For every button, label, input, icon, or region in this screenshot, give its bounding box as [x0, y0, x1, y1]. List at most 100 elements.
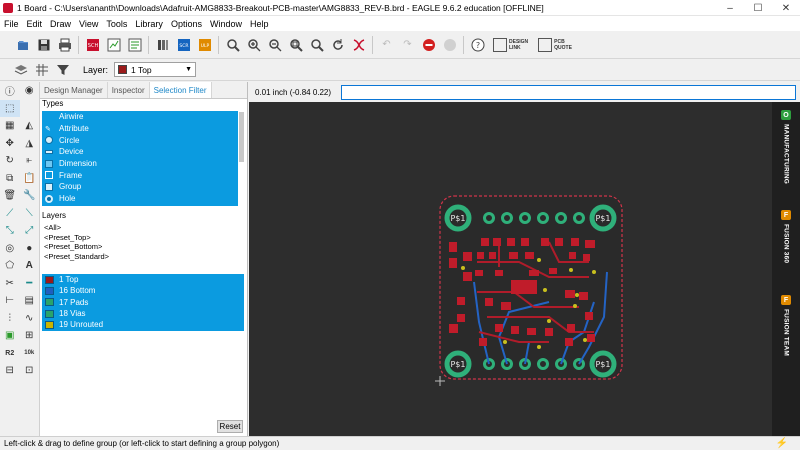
layer-select[interactable]: 1 Top ▼ — [114, 62, 197, 77]
smash-icon[interactable]: ⊢ — [0, 292, 20, 309]
menu-help[interactable]: Help — [246, 19, 273, 29]
list-item[interactable]: Device — [42, 146, 238, 158]
list-item[interactable]: Frame — [42, 169, 238, 181]
list-item[interactable]: Dimension — [42, 158, 238, 170]
board-icon[interactable] — [106, 37, 122, 53]
lightning-icon[interactable]: ⚡ — [776, 438, 788, 449]
list-item[interactable]: <All> — [42, 223, 242, 233]
list-item[interactable]: ✎ Attribute — [42, 123, 238, 135]
pcb-quote-button[interactable]: PCB QUOTE — [538, 37, 572, 52]
maximize-button[interactable]: ☐ — [744, 0, 772, 16]
command-input[interactable] — [341, 84, 796, 100]
list-item[interactable]: <Preset_Standard> — [42, 252, 242, 262]
help-icon[interactable]: ? — [470, 37, 486, 53]
via-icon[interactable]: ◎ — [0, 240, 20, 257]
undo-icon[interactable]: ↶ — [379, 37, 395, 53]
fanout-icon[interactable]: ⤢ — [20, 222, 40, 239]
list-item[interactable]: Group — [42, 181, 238, 193]
manufacturing-tab[interactable]: O MANUFACTURING — [776, 110, 796, 184]
wire-icon[interactable]: ━ — [20, 275, 40, 292]
paste-icon[interactable]: 📋 — [20, 170, 40, 187]
hole-icon[interactable]: ● — [20, 240, 40, 257]
mirror-icon[interactable]: ◮ — [20, 135, 40, 152]
design-link-button[interactable]: DESIGN LINK — [493, 37, 528, 52]
menu-draw[interactable]: Draw — [46, 19, 75, 29]
list-item[interactable]: 17 Pads — [42, 297, 244, 308]
tab-selection-filter[interactable]: Selection Filter — [149, 82, 212, 98]
align-icon[interactable]: ⫦ — [20, 152, 40, 169]
zoom-select-icon[interactable] — [288, 37, 304, 53]
list-item[interactable]: Hole — [42, 193, 238, 205]
layer-settings-icon[interactable] — [13, 62, 29, 78]
zoom-out-icon[interactable] — [267, 37, 283, 53]
split-icon[interactable]: ⤡ — [0, 222, 20, 239]
script-icon[interactable]: SCR — [176, 37, 192, 53]
fusion-360-tab[interactable]: F FUSION 360 — [776, 210, 796, 263]
types-list[interactable]: Airwire ✎ Attribute Circle Device Dimensi… — [42, 111, 238, 206]
cam-processor-icon[interactable] — [127, 37, 143, 53]
rotate-icon[interactable]: ↻ — [0, 152, 20, 169]
tab-design-manager[interactable]: Design Manager — [40, 82, 108, 98]
print-icon[interactable] — [57, 37, 73, 53]
ripup-icon[interactable]: ⟍ — [20, 205, 40, 222]
list-item[interactable]: <Preset_Bottom> — [42, 242, 242, 252]
lock-icon[interactable]: ⊟ — [0, 362, 20, 379]
group-icon[interactable]: ⊡ — [20, 362, 40, 379]
value-icon[interactable]: R2 — [0, 345, 20, 362]
ratsnest-icon[interactable] — [351, 37, 367, 53]
select-icon[interactable]: ⬚ — [0, 99, 20, 117]
info-icon[interactable]: ⓘ — [0, 82, 20, 99]
redo-icon[interactable]: ↷ — [400, 37, 416, 53]
errors-icon[interactable]: ⊞ — [20, 327, 40, 344]
menu-tools[interactable]: Tools — [102, 19, 131, 29]
mark-icon[interactable]: ◭ — [20, 117, 40, 134]
schematic-icon[interactable]: SCH — [85, 37, 101, 53]
polygon-icon[interactable]: ⬠ — [0, 257, 20, 274]
zoom-fit-icon[interactable] — [225, 37, 241, 53]
board-canvas[interactable]: P$1 P$1 P$1 P$1 — [249, 102, 772, 436]
list-item[interactable]: Airwire — [42, 111, 238, 123]
fusion-team-tab[interactable]: F FUSION TEAM — [776, 295, 796, 356]
list-item[interactable]: Circle — [42, 134, 238, 146]
menu-window[interactable]: Window — [206, 19, 246, 29]
name-icon[interactable]: ▤ — [20, 292, 40, 309]
open-icon[interactable] — [15, 37, 31, 53]
layers-list[interactable]: 1 Top 16 Bottom 17 Pads 18 Vias 19 Unrou… — [42, 274, 244, 331]
library-icon[interactable] — [155, 37, 171, 53]
menu-library[interactable]: Library — [131, 19, 167, 29]
zoom-previous-icon[interactable] — [309, 37, 325, 53]
list-item[interactable]: 16 Bottom — [42, 285, 244, 296]
menu-options[interactable]: Options — [167, 19, 206, 29]
ulp-icon[interactable]: ULP — [197, 37, 213, 53]
menu-edit[interactable]: Edit — [23, 19, 47, 29]
dimension-icon[interactable]: ⫶ — [0, 310, 20, 327]
save-icon[interactable] — [36, 37, 52, 53]
display-icon[interactable]: ▦ — [0, 117, 20, 134]
redraw-icon[interactable] — [330, 37, 346, 53]
text-icon[interactable]: A — [20, 257, 40, 274]
meander-icon[interactable]: ∿ — [20, 310, 40, 327]
types-scrollbar[interactable] — [239, 112, 244, 162]
route-icon[interactable]: ⟋ — [0, 205, 20, 222]
list-item[interactable]: 18 Vias — [42, 308, 244, 319]
list-item[interactable]: 19 Unrouted — [42, 319, 244, 330]
move-icon[interactable]: ✥ — [0, 135, 20, 152]
menu-file[interactable]: File — [0, 19, 23, 29]
copy-icon[interactable]: ⧉ — [0, 170, 20, 187]
tab-inspector[interactable]: Inspector — [108, 82, 150, 98]
change-icon[interactable]: 10k — [20, 345, 40, 362]
stop-icon[interactable] — [421, 37, 437, 53]
go-icon[interactable] — [442, 37, 458, 53]
preset-list[interactable]: <All> <Preset_Top> <Preset_Bottom> <Pres… — [42, 223, 242, 267]
drc-icon[interactable]: ▣ — [0, 327, 20, 344]
menu-view[interactable]: View — [75, 19, 102, 29]
grid-icon[interactable] — [34, 62, 50, 78]
minimize-button[interactable]: – — [716, 0, 744, 16]
zoom-in-icon[interactable] — [246, 37, 262, 53]
reset-button[interactable]: Reset — [217, 420, 243, 433]
miter-icon[interactable]: ✂ — [0, 275, 20, 292]
properties-icon[interactable]: 🔧 — [20, 187, 40, 204]
close-button[interactable]: ✕ — [772, 0, 800, 16]
delete-icon[interactable]: 🗑 — [0, 187, 20, 204]
list-item[interactable]: 1 Top — [42, 274, 244, 285]
